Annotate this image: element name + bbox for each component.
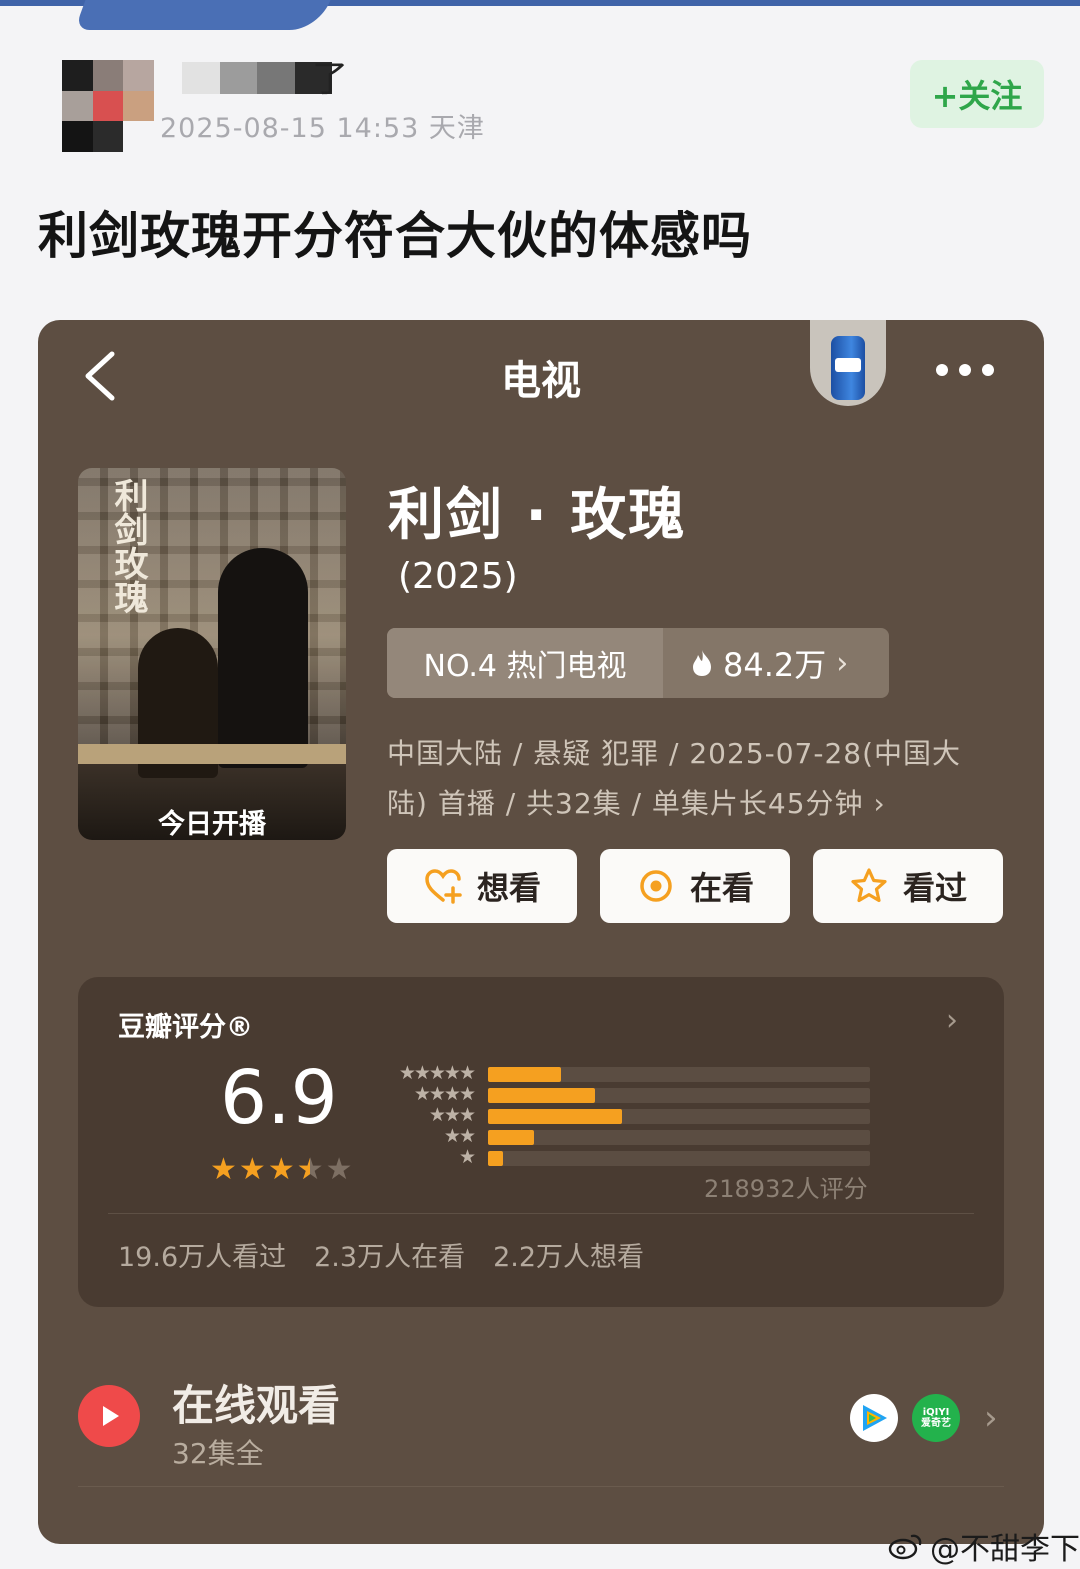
target-icon xyxy=(640,870,672,902)
divider xyxy=(78,1486,1004,1487)
distribution-star-labels: ★★★★★ ★★★★ ★★★ ★★ ★ xyxy=(378,1062,476,1168)
rank-pill[interactable]: NO.4 热门电视 84.2万 › xyxy=(387,628,889,698)
want-count: 2.2万人想看 xyxy=(493,1242,645,1273)
rating-label: 豆瓣评分® xyxy=(118,1012,253,1043)
heat-indicator: 84.2万 › xyxy=(663,628,889,698)
star-icon: ★ xyxy=(210,1152,237,1187)
rating-score: 6.9 xyxy=(220,1055,338,1141)
can-badge[interactable] xyxy=(810,320,886,406)
rating-stars: ★ ★ ★ ★ ★ xyxy=(210,1152,353,1187)
rank-label: NO.4 热门电视 xyxy=(387,628,663,698)
bar-1-star xyxy=(488,1151,870,1166)
watch-stats: 19.6万人看过 2.3万人在看 2.2万人想看 xyxy=(118,1235,644,1274)
avatar[interactable] xyxy=(62,60,154,152)
more-icon[interactable] xyxy=(936,358,996,382)
watching-count: 2.3万人在看 xyxy=(314,1242,466,1273)
tencent-video-icon[interactable] xyxy=(850,1394,898,1442)
star-icon: ★ xyxy=(325,1152,353,1187)
play-icon[interactable] xyxy=(78,1385,140,1447)
star-outline-icon xyxy=(851,868,887,903)
watching-button[interactable]: 在看 xyxy=(600,849,790,923)
watched-button[interactable]: 看过 xyxy=(813,849,1003,923)
poster-title: 利剑玫瑰 xyxy=(108,478,148,614)
douban-card: 电视 利剑玫瑰 今日开播 利剑 · 玫瑰 (2025) NO.4 热门电视 84… xyxy=(38,320,1044,1544)
five-star-icons: ★★★★★ xyxy=(398,1062,476,1084)
four-star-icons: ★★★★ xyxy=(413,1083,476,1105)
bar-fill xyxy=(488,1088,595,1103)
show-title: 利剑 · 玫瑰 xyxy=(388,483,687,548)
distribution-bars xyxy=(488,1067,870,1172)
username-tail: 了 xyxy=(312,59,349,100)
soda-can-icon xyxy=(831,336,865,400)
episode-count: 32集全 xyxy=(172,1437,264,1470)
top-smudge xyxy=(74,0,331,30)
weibo-watermark: @不甜李下 xyxy=(888,1524,1080,1568)
heart-plus-icon xyxy=(425,869,462,904)
online-watch-title[interactable]: 在线观看 xyxy=(172,1372,340,1433)
poster-person xyxy=(218,548,308,768)
poster[interactable]: 利剑玫瑰 今日开播 xyxy=(78,468,346,840)
bar-4-star xyxy=(488,1088,870,1103)
nav-title: 电视 xyxy=(501,358,581,404)
half-star-icon: ★ xyxy=(297,1155,324,1186)
three-star-icons: ★★★ xyxy=(428,1104,476,1126)
bar-fill xyxy=(488,1067,561,1082)
iqiyi-icon[interactable]: iQIYI 爱奇艺 xyxy=(912,1394,960,1442)
follow-button[interactable]: +关注 xyxy=(910,60,1044,128)
bar-3-star xyxy=(488,1109,870,1124)
show-year: (2025) xyxy=(398,556,518,597)
bar-fill xyxy=(488,1130,534,1145)
divider xyxy=(108,1213,974,1214)
weibo-icon xyxy=(888,1534,922,1560)
post-title: 利剑玫瑰开分符合大伙的体感吗 xyxy=(38,207,752,265)
two-star-icons: ★★ xyxy=(443,1125,476,1147)
fire-icon xyxy=(693,650,711,676)
star-icon: ★ xyxy=(238,1152,266,1187)
one-star-icon: ★ xyxy=(458,1146,476,1168)
rating-count: 218932人评分 xyxy=(704,1175,868,1203)
star-icon: ★ xyxy=(267,1152,295,1187)
heat-value: 84.2万 xyxy=(723,646,827,684)
post-meta: 2025-08-15 14:53 天津 xyxy=(160,113,485,144)
watched-count: 19.6万人看过 xyxy=(118,1242,287,1273)
chevron-right-icon[interactable]: › xyxy=(946,1003,958,1038)
show-info-line2[interactable]: 陆) 首播 / 共32集 / 单集片长45分钟 › xyxy=(387,782,886,822)
bar-fill xyxy=(488,1151,504,1166)
bar-2-star xyxy=(488,1130,870,1145)
chevron-right-icon: › xyxy=(836,645,849,681)
watermark-text: @不甜李下 xyxy=(930,1532,1080,1567)
want-button[interactable]: 想看 xyxy=(387,849,577,923)
rating-panel[interactable]: 豆瓣评分® › 6.9 ★ ★ ★ ★ ★ ★ ★★★★ ★ ★★★ ★ ★★ ★ ★ … xyxy=(78,977,1004,1307)
bar-5-star xyxy=(488,1067,870,1082)
username-redacted[interactable] xyxy=(182,62,332,94)
chevron-right-icon[interactable]: › xyxy=(984,1398,998,1438)
bar-fill xyxy=(488,1109,622,1124)
show-info-line1: 中国大陆 / 悬疑 犯罪 / 2025-07-28(中国大 xyxy=(387,737,962,770)
poster-caption: 今日开播 xyxy=(158,809,266,840)
